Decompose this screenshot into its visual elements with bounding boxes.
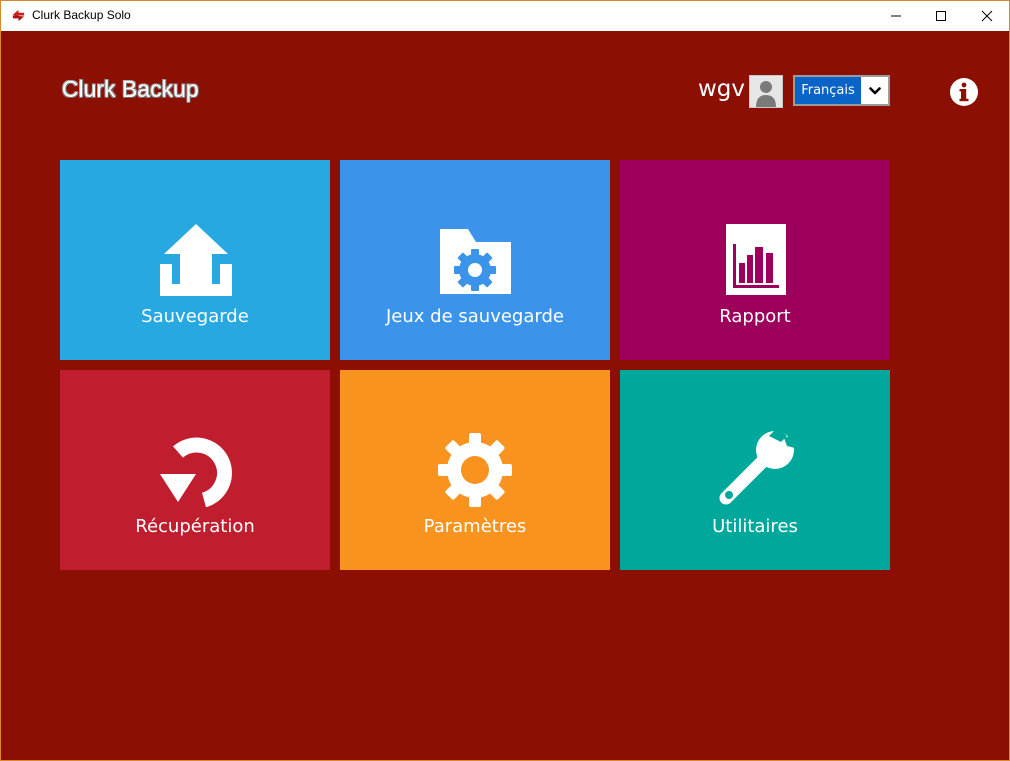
close-icon <box>981 10 993 22</box>
avatar[interactable] <box>749 75 783 108</box>
app-title: Clurk Backup <box>62 76 199 102</box>
gear-icon <box>438 433 512 507</box>
upload-icon <box>160 224 232 296</box>
tile-jeux-de-sauvegarde[interactable]: Jeux de sauvegarde <box>340 160 610 360</box>
maximize-icon <box>936 11 946 21</box>
username-label: wgv <box>698 76 746 102</box>
language-dropdown-button[interactable] <box>861 77 888 104</box>
app-window: Clurk Backup Solo Clurk Backup wgv Franç… <box>0 0 1010 761</box>
bar-chart-icon <box>726 224 786 295</box>
minimize-button[interactable] <box>873 1 919 31</box>
tile-label: Utilitaires <box>712 516 798 537</box>
tile-rapport[interactable]: Rapport <box>620 160 890 360</box>
info-button[interactable] <box>949 77 979 107</box>
wrench-icon <box>719 427 796 505</box>
restore-icon <box>160 437 232 508</box>
minimize-icon <box>891 15 901 17</box>
user-icon <box>756 81 776 107</box>
chevron-down-icon <box>868 86 881 94</box>
tile-utilitaires[interactable]: Utilitaires <box>620 370 890 570</box>
tile-sauvegarde[interactable]: Sauvegarde <box>60 160 330 360</box>
title-bar[interactable]: Clurk Backup Solo <box>1 0 1009 31</box>
app-logo-icon <box>12 9 25 22</box>
tile-parametres[interactable]: Paramètres <box>340 370 610 570</box>
language-select[interactable]: Français <box>793 75 890 106</box>
info-icon <box>950 78 978 106</box>
tile-recuperation[interactable]: Récupération <box>60 370 330 570</box>
language-selected-value: Français <box>795 77 861 104</box>
maximize-button[interactable] <box>918 1 964 31</box>
folder-gear-icon <box>440 229 511 294</box>
tile-label: Rapport <box>719 306 791 327</box>
tile-label: Sauvegarde <box>141 306 249 327</box>
tile-label: Jeux de sauvegarde <box>386 306 564 327</box>
tile-label: Récupération <box>135 516 255 537</box>
tile-label: Paramètres <box>423 516 527 537</box>
window-title: Clurk Backup Solo <box>32 8 131 22</box>
close-button[interactable] <box>964 1 1010 31</box>
